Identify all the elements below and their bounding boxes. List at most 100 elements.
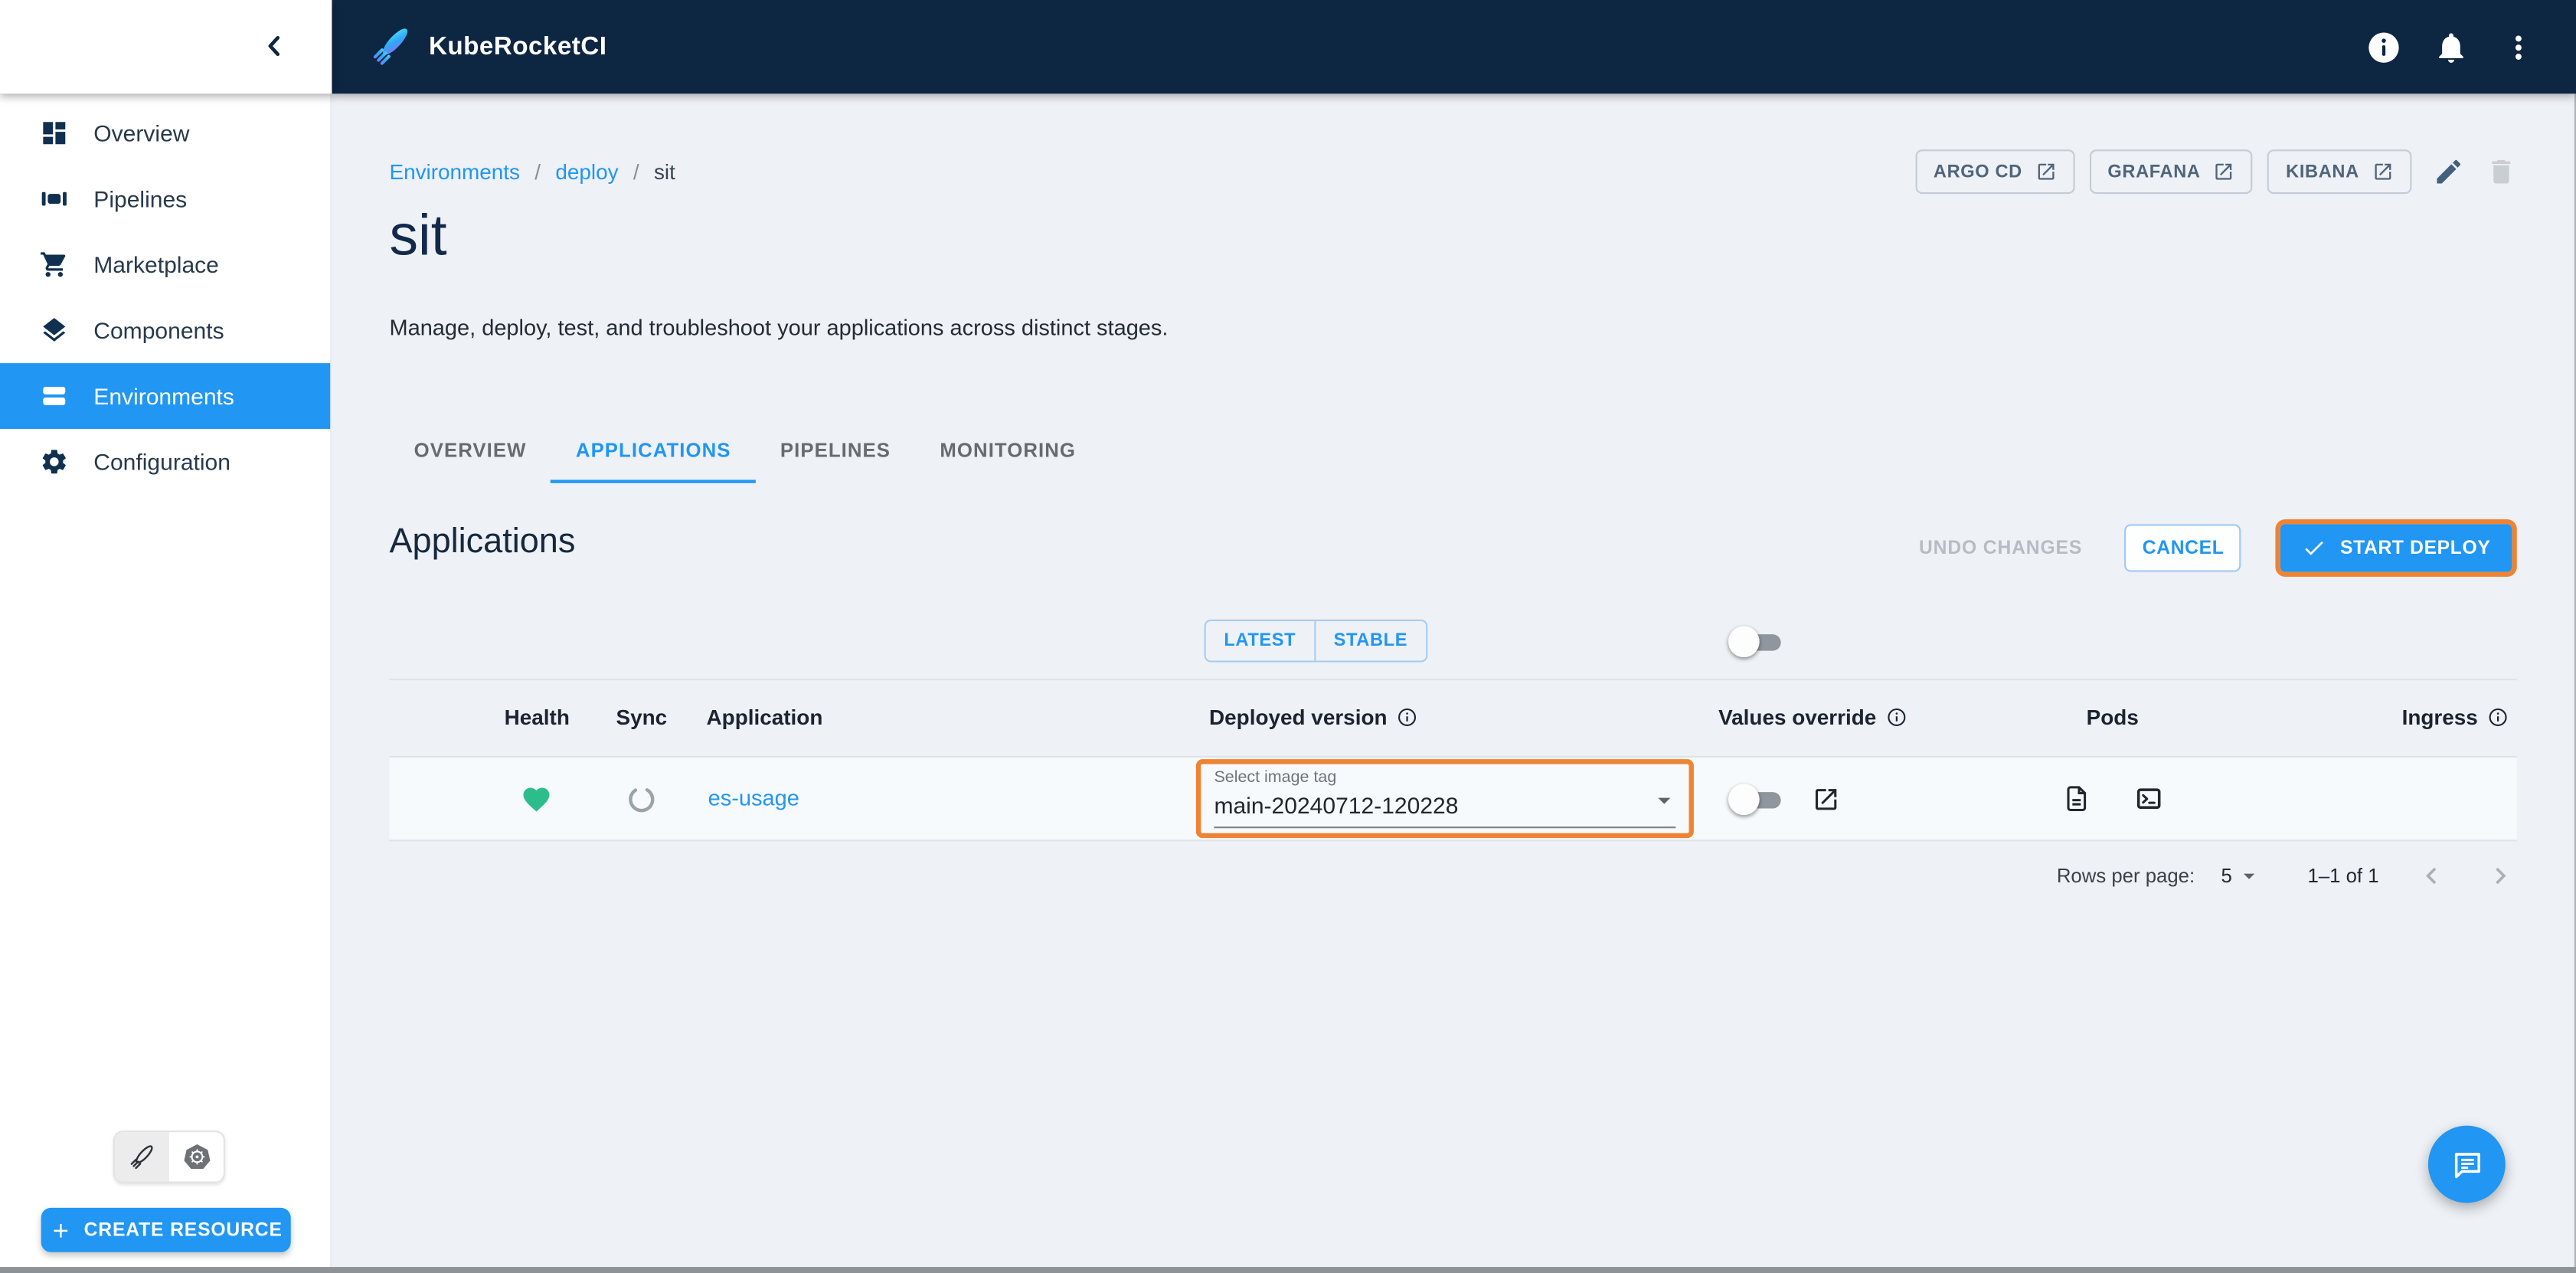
sidebar-item-environments[interactable]: Environments xyxy=(0,363,331,429)
sidebar-item-label: Overview xyxy=(93,119,190,146)
cancel-button[interactable]: CANCEL xyxy=(2124,524,2242,572)
values-override-switch[interactable] xyxy=(1728,784,1783,816)
switch-thumb xyxy=(1728,626,1760,658)
values-override-open-button[interactable] xyxy=(1812,786,1839,813)
deploy-actions: UNDO CHANGES CANCEL START DEPLOY xyxy=(1919,519,2517,578)
sidebar-item-label: Components xyxy=(93,317,224,344)
sidebar-item-overview[interactable]: Overview xyxy=(0,100,330,166)
plus-icon xyxy=(54,1223,68,1237)
breadcrumb-environments[interactable]: Environments xyxy=(389,159,520,184)
delete-stage-button[interactable] xyxy=(2486,156,2517,188)
health-header-label: Health xyxy=(504,705,570,730)
table-top-divider xyxy=(389,679,2517,681)
notifications-button[interactable] xyxy=(2433,29,2469,65)
kuberocketci-window: KubeRocketCI Overview Pipelines Marketpl… xyxy=(0,0,2576,1273)
table-bottom-divider xyxy=(389,839,2517,842)
breadcrumb-deploy[interactable]: deploy xyxy=(555,159,618,184)
column-header-application: Application xyxy=(707,705,823,729)
rows-per-page-select[interactable]: 5 xyxy=(2221,862,2261,888)
latest-filter-button[interactable]: LATEST xyxy=(1206,621,1314,660)
app-bar: KubeRocketCI xyxy=(332,0,2576,94)
next-page-button[interactable] xyxy=(2484,859,2517,892)
pagination-range: 1–1 of 1 xyxy=(2307,864,2379,888)
start-deploy-label: START DEPLOY xyxy=(2340,538,2491,558)
chat-icon xyxy=(2453,1152,2480,1178)
stage-tabs: OVERVIEW APPLICATIONS PIPELINES MONITORI… xyxy=(389,421,1100,483)
open-in-new-icon xyxy=(2038,163,2055,180)
cluster-view-toggle-group xyxy=(113,1131,225,1183)
info-button[interactable] xyxy=(2365,29,2401,65)
tab-applications[interactable]: APPLICATIONS xyxy=(551,421,756,483)
layers-icon xyxy=(43,318,66,342)
bulk-values-override-switch[interactable] xyxy=(1728,626,1783,658)
switch-thumb xyxy=(1728,784,1760,816)
info-icon[interactable] xyxy=(1886,707,1907,728)
page-description: Manage, deploy, test, and troubleshoot y… xyxy=(389,315,1169,341)
sync-status-icon xyxy=(629,787,655,813)
kuberocketci-logo-icon xyxy=(373,28,408,65)
breadcrumb-current: sit xyxy=(653,159,675,185)
table-pagination: Rows per page: 5 1–1 of 1 xyxy=(2057,856,2517,895)
gear-icon xyxy=(42,450,66,474)
sidebar-nav: Overview Pipelines Marketplace Component… xyxy=(0,100,331,495)
sidebar-item-components[interactable]: Components xyxy=(0,297,330,363)
previous-page-button[interactable] xyxy=(2415,859,2448,892)
sidebar-item-configuration[interactable]: Configuration xyxy=(0,429,330,495)
dropdown-arrow-icon xyxy=(1658,797,1671,804)
tab-pipelines[interactable]: PIPELINES xyxy=(756,421,916,483)
image-tag-select-label: Select image tag xyxy=(1214,769,1337,787)
sidebar-item-label: Marketplace xyxy=(93,251,219,278)
values-override-header-label: Values override xyxy=(1718,705,1877,730)
info-icon[interactable] xyxy=(2488,707,2509,728)
create-resource-button[interactable]: CREATE RESOURCE xyxy=(41,1207,291,1252)
app-bar-actions xyxy=(2365,29,2536,65)
check-icon xyxy=(2306,541,2324,555)
external-tools: ARGO CD GRAFANA KIBANA xyxy=(1901,149,2517,195)
create-resource-label: CREATE RESOURCE xyxy=(83,1219,283,1240)
sidebar-item-label: Configuration xyxy=(93,448,230,476)
deployed-version-header-label: Deployed version xyxy=(1209,705,1388,730)
column-header-deployed-version: Deployed version xyxy=(1209,705,1418,730)
environments-icon xyxy=(43,386,66,405)
kubernetes-view-button[interactable] xyxy=(168,1132,224,1182)
kibana-link-button[interactable]: KIBANA xyxy=(2267,149,2412,195)
start-deploy-highlight: START DEPLOY xyxy=(2276,519,2517,578)
pod-terminal-button[interactable] xyxy=(2134,784,2164,813)
info-icon[interactable] xyxy=(1397,707,1418,728)
start-deploy-button[interactable]: START DEPLOY xyxy=(2280,524,2512,572)
health-healthy-icon xyxy=(523,787,550,812)
grafana-link-button[interactable]: GRAFANA xyxy=(2089,149,2254,195)
image-tag-select-value: main-20240712-120228 xyxy=(1214,792,1459,819)
column-header-ingress: Ingress xyxy=(2402,705,2509,730)
stable-filter-button[interactable]: STABLE xyxy=(1313,620,1426,661)
sidebar-item-marketplace[interactable]: Marketplace xyxy=(0,232,330,298)
kebab-menu-button[interactable] xyxy=(2500,29,2536,65)
application-link[interactable]: es-usage xyxy=(708,786,799,810)
image-tag-select[interactable]: Select image tag main-20240712-120228 xyxy=(1195,759,1694,839)
window-edge xyxy=(0,1267,2576,1273)
argocd-link-button[interactable]: ARGO CD xyxy=(1915,149,2075,195)
pipelines-icon xyxy=(41,191,67,206)
breadcrumb: Environments / deploy / sit xyxy=(389,159,675,184)
edit-stage-button[interactable] xyxy=(2433,156,2464,188)
app-title: KubeRocketCI xyxy=(428,31,607,61)
open-in-new-icon xyxy=(2375,163,2391,180)
open-in-new-icon xyxy=(2216,163,2233,180)
kuberocketci-view-button[interactable] xyxy=(115,1132,169,1182)
chat-fab-button[interactable] xyxy=(2427,1125,2506,1203)
rows-per-page-value: 5 xyxy=(2221,864,2232,888)
undo-changes-button[interactable]: UNDO CHANGES xyxy=(1919,538,2082,558)
argocd-link-label: ARGO CD xyxy=(1933,162,2022,182)
page-title: sit xyxy=(389,204,447,268)
column-header-pods: Pods xyxy=(2087,705,2139,729)
kubernetes-icon xyxy=(183,1144,210,1169)
pod-logs-button[interactable] xyxy=(2061,784,2091,813)
applications-section-title: Applications xyxy=(389,522,576,561)
sidebar-collapse-button[interactable] xyxy=(258,30,291,63)
sidebar-item-pipelines[interactable]: Pipelines xyxy=(0,166,330,232)
rows-per-page-label: Rows per page: xyxy=(2056,864,2195,888)
pods-header-label: Pods xyxy=(2086,705,2139,730)
sidebar: Overview Pipelines Marketplace Component… xyxy=(0,93,332,1273)
tab-overview[interactable]: OVERVIEW xyxy=(389,421,551,483)
tab-monitoring[interactable]: MONITORING xyxy=(915,421,1100,483)
